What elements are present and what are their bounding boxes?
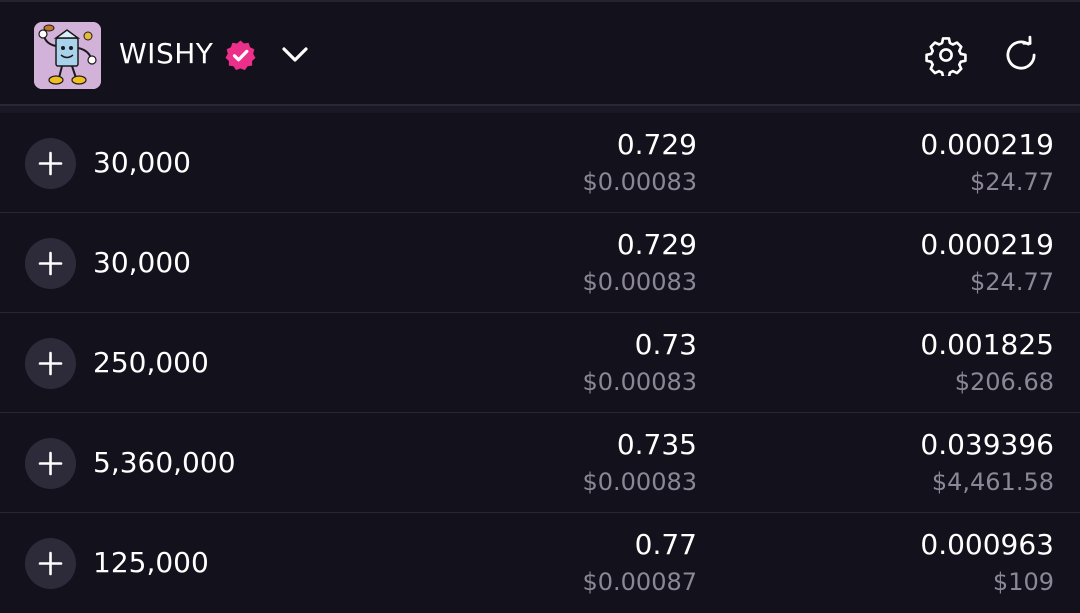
plus-icon <box>38 451 63 476</box>
order-price: 0.73 <box>634 328 697 361</box>
token-name[interactable]: WISHY <box>119 36 213 72</box>
order-price: 0.77 <box>634 528 697 561</box>
plus-icon <box>38 351 63 376</box>
order-total-usd: $24.77 <box>970 268 1054 296</box>
order-amount: 5,360,000 <box>93 446 236 479</box>
order-price-usd: $0.00083 <box>582 368 697 396</box>
token-avatar[interactable] <box>34 22 101 89</box>
order-total-usd: $4,461.58 <box>931 468 1054 496</box>
header-divider <box>0 104 1080 113</box>
order-total: 0.000963 <box>920 528 1054 561</box>
gear-icon[interactable] <box>925 34 967 79</box>
order-total-usd: $206.68 <box>954 368 1054 396</box>
order-amount: 125,000 <box>93 546 209 579</box>
order-row[interactable]: 5,360,000 0.735 $0.00083 0.039396 $4,461… <box>0 413 1080 513</box>
add-button[interactable] <box>25 338 76 389</box>
plus-icon <box>38 551 63 576</box>
plus-icon <box>38 151 63 176</box>
refresh-icon[interactable] <box>1000 34 1042 76</box>
order-amount: 30,000 <box>93 146 191 179</box>
add-button[interactable] <box>25 438 76 489</box>
order-price-usd: $0.00083 <box>582 468 697 496</box>
order-price: 0.729 <box>616 128 697 161</box>
cartoon-mascot-icon <box>34 22 101 89</box>
order-row[interactable]: 30,000 0.729 $0.00083 0.000219 $24.77 <box>0 113 1080 213</box>
order-price-usd: $0.00087 <box>582 568 697 596</box>
order-row[interactable]: 250,000 0.73 $0.00083 0.001825 $206.68 <box>0 313 1080 413</box>
order-total: 0.000219 <box>920 228 1054 261</box>
order-amount: 30,000 <box>93 246 191 279</box>
order-total-usd: $109 <box>992 568 1054 596</box>
verified-badge-icon <box>224 39 257 72</box>
order-price-usd: $0.00083 <box>582 168 697 196</box>
order-row[interactable]: 30,000 0.729 $0.00083 0.000219 $24.77 <box>0 213 1080 313</box>
plus-icon <box>38 251 63 276</box>
order-total-usd: $24.77 <box>970 168 1054 196</box>
order-price: 0.735 <box>616 428 697 461</box>
add-button[interactable] <box>25 138 76 189</box>
order-total: 0.000219 <box>920 128 1054 161</box>
order-amount: 250,000 <box>93 346 209 379</box>
order-row[interactable]: 125,000 0.77 $0.00087 0.000963 $109 <box>0 513 1080 613</box>
add-button[interactable] <box>25 538 76 589</box>
order-total: 0.039396 <box>920 428 1054 461</box>
add-button[interactable] <box>25 238 76 289</box>
order-price: 0.729 <box>616 228 697 261</box>
order-price-usd: $0.00083 <box>582 268 697 296</box>
chevron-down-icon[interactable] <box>278 38 312 72</box>
header-bar: WISHY <box>0 0 1080 104</box>
order-list: 30,000 0.729 $0.00083 0.000219 $24.77 30… <box>0 113 1080 613</box>
order-total: 0.001825 <box>920 328 1054 361</box>
